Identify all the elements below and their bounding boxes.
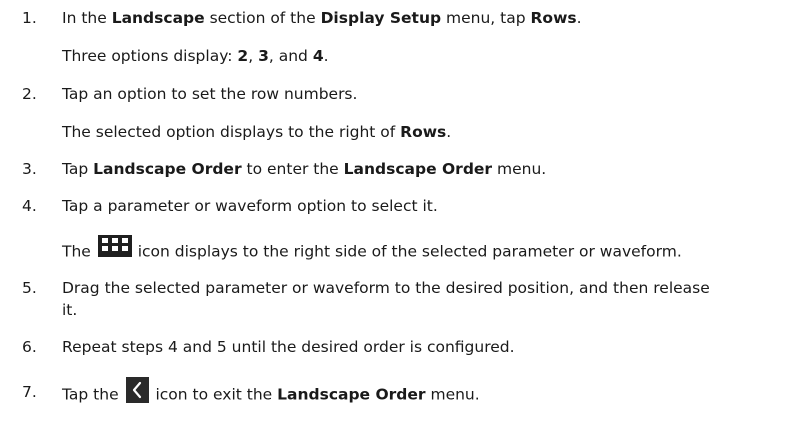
procedure-steps: 1. In the Landscape section of the Displ… [0, 0, 787, 435]
step-instruction-continued: it. [62, 301, 78, 319]
step-number: 7. [22, 383, 37, 401]
step-result: The selected option displays to the righ… [62, 123, 452, 141]
step-instruction: Tap a parameter or waveform option to se… [62, 197, 438, 215]
grid-drag-handle-icon [97, 235, 132, 257]
step-result: The icon displays to the right side of t… [62, 235, 682, 263]
step-number: 6. [22, 338, 37, 356]
step-number: 4. [22, 197, 37, 215]
step-number: 1. [22, 9, 37, 27]
step-instruction: Repeat steps 4 and 5 until the desired o… [62, 338, 515, 356]
step-instruction: Tap an option to set the row numbers. [62, 85, 358, 103]
step-instruction: In the Landscape section of the Display … [62, 9, 582, 27]
step-number: 2. [22, 85, 37, 103]
step-number: 5. [22, 279, 37, 297]
step-instruction: Tap the icon to exit the Landscape Order… [62, 377, 480, 408]
step-result: Three options display: 2, 3, and 4. [62, 47, 329, 65]
step-instruction: Drag the selected parameter or waveform … [62, 279, 710, 297]
back-arrow-icon [125, 377, 149, 403]
step-instruction: Tap Landscape Order to enter the Landsca… [62, 160, 547, 178]
step-number: 3. [22, 160, 37, 178]
